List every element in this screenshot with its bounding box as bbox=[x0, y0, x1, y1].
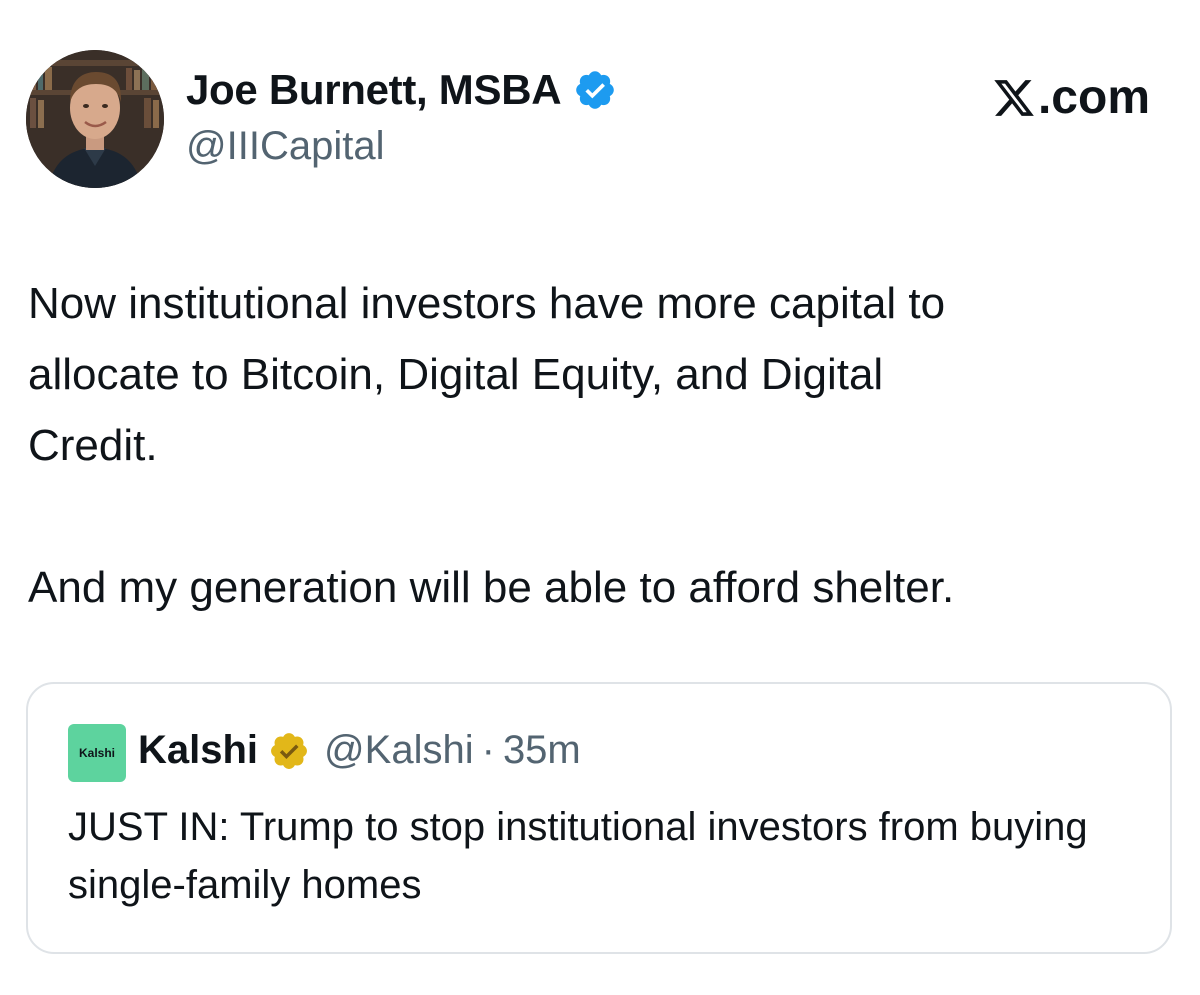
tweet-text: Now institutional investors have more ca… bbox=[28, 279, 955, 612]
quoted-avatar[interactable]: Kalshi bbox=[68, 724, 126, 782]
quoted-text: JUST IN: Trump to stop institutional inv… bbox=[68, 805, 1088, 907]
author-name-text: Joe Burnett, MSBA bbox=[186, 66, 562, 113]
x-logo-icon bbox=[994, 79, 1034, 116]
author-avatar-image bbox=[26, 50, 164, 188]
quoted-separator: · bbox=[481, 728, 495, 772]
quoted-header: Kalshi @Kalshi · 35m bbox=[138, 728, 581, 773]
author-handle[interactable]: @IIICapital bbox=[186, 124, 384, 169]
quoted-handle[interactable]: @Kalshi bbox=[324, 728, 474, 773]
tweet-card: Joe Burnett, MSBA @IIICapital .com Now i… bbox=[0, 0, 1200, 995]
quoted-timestamp[interactable]: 35m bbox=[503, 728, 581, 773]
brand-label: .com bbox=[1037, 71, 1150, 124]
author-name[interactable]: Joe Burnett, MSBA bbox=[186, 66, 617, 114]
quoted-avatar-label: Kalshi bbox=[78, 746, 115, 760]
brand-watermark: .com bbox=[992, 70, 1150, 125]
author-avatar[interactable] bbox=[26, 50, 164, 188]
quoted-tweet[interactable]: Kalshi Kalshi @Kalshi · 35m JUST IN: Tru… bbox=[26, 682, 1172, 954]
verified-gold-badge-icon bbox=[271, 732, 307, 769]
verified-badge-icon bbox=[576, 71, 615, 109]
quoted-name[interactable]: Kalshi bbox=[138, 728, 258, 773]
